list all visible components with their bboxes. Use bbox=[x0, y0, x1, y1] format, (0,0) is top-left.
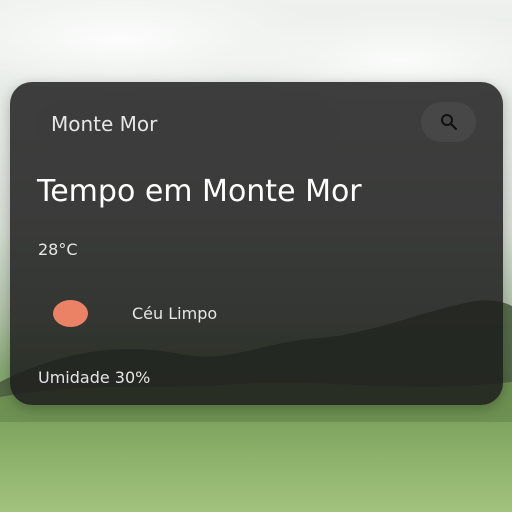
sun-icon bbox=[53, 300, 88, 327]
weather-title: Tempo em Monte Mor bbox=[37, 174, 362, 209]
search-button[interactable] bbox=[421, 102, 476, 142]
temperature-value: 28°C bbox=[38, 240, 78, 259]
weather-card: Tempo em Monte Mor 28°C Céu Limpo Umidad… bbox=[10, 82, 503, 405]
weather-description: Céu Limpo bbox=[132, 304, 218, 323]
city-search-input[interactable] bbox=[36, 102, 341, 146]
search-icon bbox=[440, 114, 457, 131]
weather-condition: Céu Limpo bbox=[53, 300, 217, 327]
humidity-value: Umidade 30% bbox=[38, 368, 151, 387]
